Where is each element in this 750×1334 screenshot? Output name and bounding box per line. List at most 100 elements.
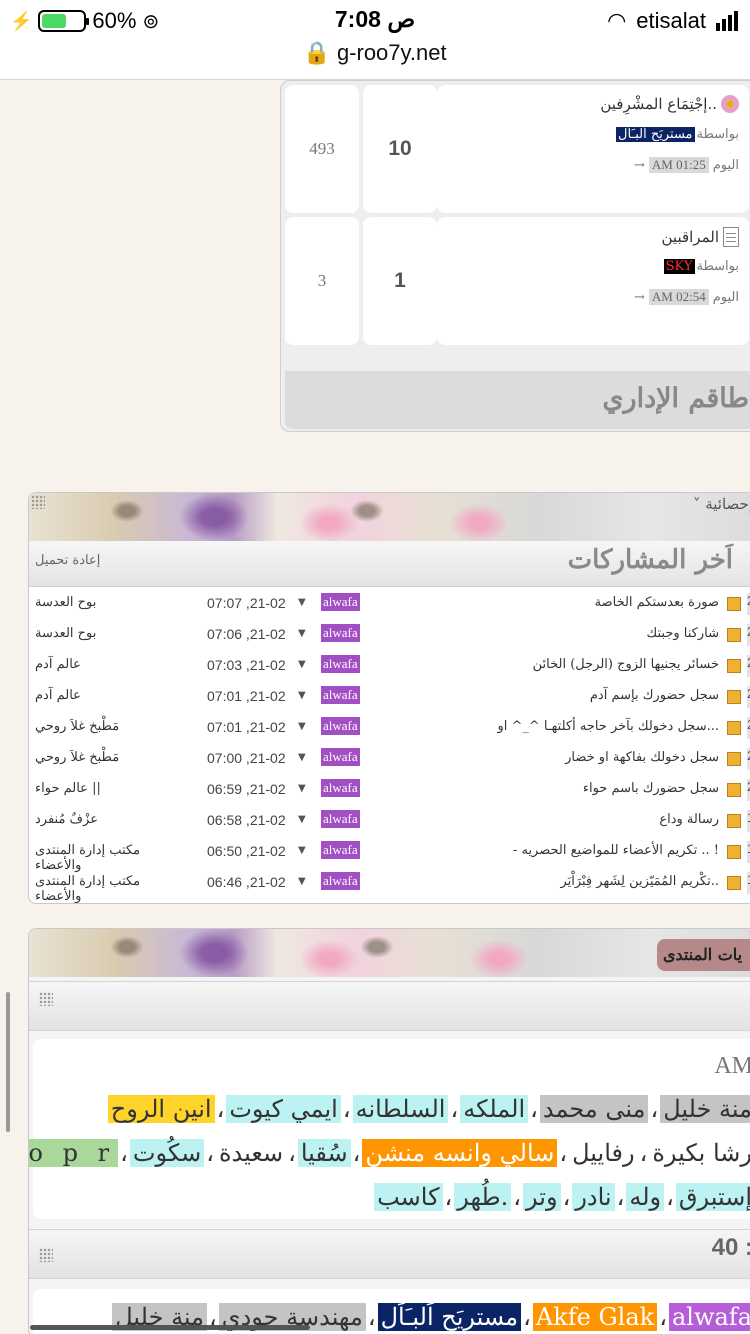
post-topic-link[interactable]: سجل حضورك باسم حواء [583,781,719,796]
table-footer: طاقم الإداري [285,371,750,429]
member-name-link[interactable]: منى محمد [539,1095,649,1123]
member-name-link[interactable]: الملكه [460,1095,529,1123]
separator: ، [562,1183,571,1211]
post-user-link[interactable]: alwafa [321,841,360,859]
post-row: 19- تكريم الأعضاء للمواضيع الحصريه .. !a… [29,837,750,873]
member-name-link[interactable]: انين الروح [107,1095,215,1123]
user-link[interactable]: SKY [663,259,695,274]
member-name-link[interactable]: منة خليل [660,1095,750,1123]
post-topic-link[interactable]: رسالة وداع [659,812,719,827]
forum-title[interactable]: المراقبين [662,227,739,247]
stats-tab[interactable]: يات المنتدى [657,939,750,971]
member-name-link[interactable]: alwafa [668,1303,750,1331]
post-topic-link[interactable]: خسائر يجنيها الزوج (الرجل) الخائن [533,657,719,672]
post-section-link[interactable]: مكتب إدارة المنتدى والأعضاء [35,874,185,903]
post-user-link[interactable]: alwafa [321,779,360,797]
dropdown-arrow-icon[interactable]: ▼ [298,845,306,856]
post-section-link[interactable]: || عالم حواء [35,781,185,796]
separator: ، [650,1095,659,1123]
stats-bar: 40 : [29,1229,750,1279]
post-section-link[interactable]: مَطْبخ غلاَ روحي [35,750,185,765]
dropdown-arrow-icon[interactable]: ▼ [298,690,306,701]
status-bar: ⚡ 60% ⊚ 7:08 ص 🔒 g-roo7y.net ◠ etisalat [0,0,750,80]
forum-title[interactable]: إجْتِمَاع المشْرِفين.. [600,95,739,113]
post-user-link[interactable]: alwafa [321,655,360,673]
member-name-link[interactable]: رشا بكيرة [649,1139,750,1167]
post-section-link[interactable]: عالم آدم [35,688,185,703]
post-topic-link[interactable]: صورة بعدستكم الخاصة [595,595,719,610]
member-name-link[interactable]: وله [626,1183,665,1211]
separator: ، [666,1183,674,1211]
collapse-icon[interactable]: ˅ [693,495,701,513]
separator: ، [216,1095,225,1123]
document-icon [723,227,739,247]
latest-posts-header: اَخر المشاركات إعادة تحميل [29,541,750,587]
post-user-link[interactable]: alwafa [321,872,360,890]
member-name-link[interactable]: ايمي كيوت [226,1095,341,1123]
member-name-link[interactable]: نادر [572,1183,615,1211]
post-user-link[interactable]: alwafa [321,717,360,735]
post-section-link[interactable]: عزْفٌ مُنفرد [35,812,185,827]
post-section-link[interactable]: بوح العدسة [35,626,185,641]
member-name-link[interactable]: إستبرق [675,1183,750,1211]
member-name-link[interactable]: Akfe Glak [532,1303,658,1331]
member-name-link[interactable]: مستريَح اَلبـَاَل [377,1303,522,1331]
member-name-link[interactable]: سُقيا [297,1139,351,1167]
last-poster: مستريَح اَلبـَاَل بواسطة [616,127,739,142]
member-name-link[interactable]: سالي وانسه منشن [362,1139,558,1167]
post-time: 07:01 ,21-02 [207,719,286,735]
post-topic-link[interactable]: شاركنا وجبتك [647,626,719,641]
separator: ، [616,1183,625,1211]
member-name-link[interactable]: S o p r [29,1139,119,1167]
go-to-post-icon[interactable]: → [634,290,645,305]
post-topic-link[interactable]: سجل حضورك بإسم آدم [590,688,719,703]
post-topic-link[interactable]: تكْريم المُمَيّزين لِشَهر فِبْرَاْيَر.. [560,874,719,889]
post-user-link[interactable]: alwafa [321,810,360,828]
post-user-link[interactable]: alwafa [321,624,360,642]
topics-count: 10 [363,85,437,213]
home-indicator[interactable] [30,1325,310,1330]
stats-bar [29,981,750,1031]
post-section-link[interactable]: بوح العدسة [35,595,185,610]
member-name-link[interactable]: كاسب [374,1183,443,1211]
post-topic-link[interactable]: سجل دخولك بفاكهة او خضار [565,750,719,765]
post-time: 07:03 ,21-02 [207,657,286,673]
address-bar[interactable]: 🔒 g-roo7y.net [0,40,750,66]
forum-cell: المراقبين SKY بواسطة → AM 02:54 اليوم [437,217,749,345]
user-link[interactable]: مستريَح اَلبـَاَل [616,127,695,142]
topic-icon [727,783,741,797]
post-section-link[interactable]: مَطْبخ غلاَ روحي [35,719,185,734]
moderators-table: 493 10 إجْتِمَاع المشْرِفين.. مستريَح اَ… [280,80,750,432]
dropdown-arrow-icon[interactable]: ▼ [298,628,306,639]
separator: ، [450,1095,459,1123]
dropdown-arrow-icon[interactable]: ▼ [298,659,306,670]
post-topic-link[interactable]: سجل دخولك بآخر حاجه أكلتهـا ^_^ او... [497,719,719,734]
drag-handle-icon[interactable] [31,495,45,509]
dropdown-arrow-icon[interactable]: ▼ [298,814,306,825]
drag-handle-icon[interactable] [39,1248,53,1262]
member-name-link[interactable]: رفاييل [569,1139,637,1167]
member-name-link[interactable]: سعيدة [216,1139,286,1167]
scrollbar[interactable] [6,992,10,1132]
post-row: 21خسائر يجنيها الزوج (الرجل) الخائنalwaf… [29,651,750,682]
post-section-link[interactable]: عالم آدم [35,657,185,672]
member-name-link[interactable]: السلطانه [352,1095,449,1123]
dropdown-arrow-icon[interactable]: ▼ [298,783,306,794]
separator: ، [444,1183,453,1211]
dropdown-arrow-icon[interactable]: ▼ [298,752,306,763]
go-to-post-icon[interactable]: → [634,158,645,173]
post-user-link[interactable]: alwafa [321,748,360,766]
reload-link[interactable]: إعادة تحميل [35,553,100,568]
dropdown-arrow-icon[interactable]: ▼ [298,597,306,608]
dropdown-arrow-icon[interactable]: ▼ [298,876,306,887]
post-topic-link[interactable]: - تكريم الأعضاء للمواضيع الحصريه .. ! [513,843,719,858]
post-user-link[interactable]: alwafa [321,686,360,704]
drag-handle-icon[interactable] [39,992,53,1006]
member-name-link[interactable]: وتر [523,1183,561,1211]
dropdown-arrow-icon[interactable]: ▼ [298,721,306,732]
post-user-link[interactable]: alwafa [321,593,360,611]
member-name-link[interactable]: سكُوت [129,1139,205,1167]
separator: ، [530,1095,538,1123]
separator: ، [639,1139,648,1167]
member-name-link[interactable]: طُهر. [454,1183,512,1211]
